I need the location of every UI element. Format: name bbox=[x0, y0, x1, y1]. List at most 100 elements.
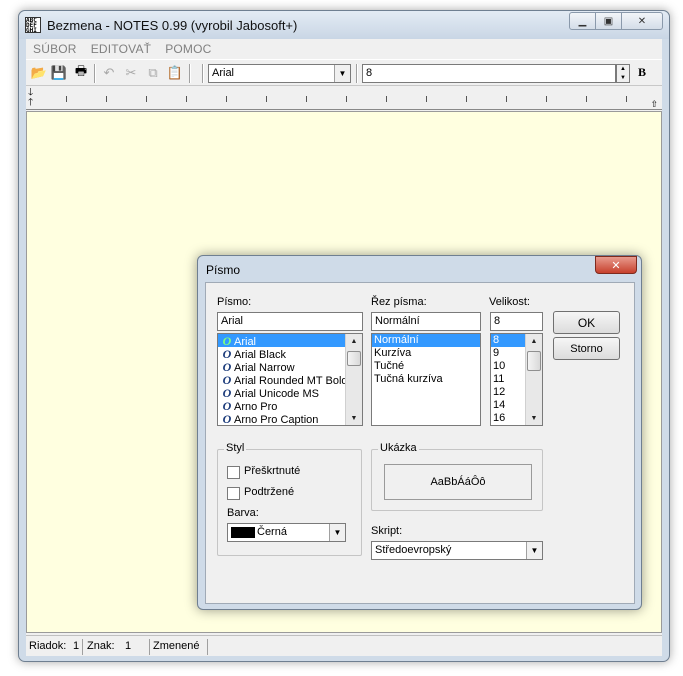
font-list-item[interactable]: O Arno Pro Caption bbox=[218, 412, 362, 425]
save-button[interactable]: 💾 bbox=[50, 64, 68, 82]
ruler-tick bbox=[426, 96, 427, 102]
scissors-icon: ✂ bbox=[125, 65, 137, 80]
scroll-down-icon[interactable]: ▼ bbox=[526, 411, 542, 425]
size-list-item[interactable]: 16 bbox=[491, 412, 525, 425]
font-name-value: Arial bbox=[212, 67, 235, 79]
color-value: Černá bbox=[257, 526, 287, 538]
cut-button[interactable]: ✂ bbox=[122, 64, 140, 82]
sample-title: Ukázka bbox=[378, 442, 419, 454]
font-list-items: O Arial O Arial Black O Arial Narrow O Arial Ro… bbox=[218, 334, 362, 425]
font-list[interactable]: O Arial O Arial Black O Arial Narrow O Arial Ro… bbox=[217, 333, 363, 426]
ruler-tick bbox=[266, 96, 267, 102]
right-indent-marker[interactable]: ⇧ bbox=[650, 99, 658, 110]
size-list-item[interactable]: 11 bbox=[491, 373, 525, 386]
menu-file[interactable]: SÚBOR bbox=[33, 42, 77, 56]
underline-checkbox[interactable] bbox=[227, 487, 240, 500]
size-list-item[interactable]: 12 bbox=[491, 386, 525, 399]
title-bar[interactable]: ABC DEF GHI Bezmena - NOTES 0.99 (vyrobil … bbox=[19, 11, 669, 39]
status-bar: Riadok: 1 Znak: 1 Zmenené bbox=[26, 635, 662, 656]
minimize-button[interactable]: ▁ bbox=[569, 12, 596, 30]
font-style-list[interactable]: Normální Kurzíva Tučné Tučná kurzíva bbox=[371, 333, 481, 426]
chevron-down-icon: ▼ bbox=[333, 528, 342, 537]
toolbar-separator bbox=[202, 64, 204, 83]
app-icon[interactable]: ABC DEF GHI bbox=[25, 17, 41, 33]
copy-button[interactable]: ⧉ bbox=[144, 64, 162, 82]
font-list-item[interactable]: O Arial bbox=[218, 334, 362, 348]
font-list-item[interactable]: O Arial Narrow bbox=[218, 360, 362, 374]
scroll-up-icon[interactable]: ▲ bbox=[346, 334, 362, 348]
sample-preview: AaBbÁáÔô bbox=[384, 464, 532, 500]
font-name-field[interactable]: Arial bbox=[217, 312, 363, 331]
dialog-close-button[interactable]: ✕ bbox=[595, 256, 637, 274]
font-size-value: 8 bbox=[366, 67, 373, 79]
scroll-up-icon[interactable]: ▲ bbox=[526, 334, 542, 348]
open-button[interactable]: 📂 bbox=[30, 64, 48, 82]
ruler: 🡓 🡑 ⇧ bbox=[26, 87, 662, 110]
color-combo[interactable]: Černá ▼ bbox=[227, 523, 346, 542]
font-list-item[interactable]: O Arial Black bbox=[218, 347, 362, 361]
ruler-tick bbox=[226, 96, 227, 102]
maximize-button[interactable]: ▣ bbox=[595, 12, 622, 30]
strikeout-label: Přeškrtnuté bbox=[244, 465, 301, 477]
paste-button[interactable]: 📋 bbox=[166, 64, 184, 82]
close-icon: ✕ bbox=[637, 15, 647, 27]
dropdown-button[interactable]: ▼ bbox=[526, 542, 542, 559]
script-combo[interactable]: Středoevropský ▼ bbox=[371, 541, 543, 560]
menu-help[interactable]: POMOC bbox=[165, 42, 211, 56]
ruler-tick bbox=[586, 96, 587, 102]
left-indent-marker[interactable]: 🡑 bbox=[28, 98, 33, 108]
font-list-item[interactable]: O Arial Unicode MS bbox=[218, 386, 362, 400]
menu-edit[interactable]: EDITOVAŤ bbox=[91, 42, 152, 56]
font-size-field[interactable]: 8 bbox=[490, 312, 543, 331]
scroll-down-icon[interactable]: ▼ bbox=[346, 411, 362, 425]
printer-icon: 🖶 bbox=[74, 63, 88, 78]
size-list-item[interactable]: 8 bbox=[491, 334, 525, 347]
sample-group: Ukázka AaBbÁáÔô bbox=[371, 442, 543, 511]
copy-icon: ⧉ bbox=[148, 65, 158, 80]
font-style-field[interactable]: Normální bbox=[371, 312, 481, 331]
style-list-item[interactable]: Kurzíva bbox=[372, 347, 480, 360]
clipboard-icon: 📋 bbox=[166, 65, 184, 80]
font-size-spinner[interactable]: ▲ ▼ bbox=[616, 64, 630, 83]
caption-buttons: ▁ ▣ ✕ bbox=[569, 12, 663, 30]
spin-down-icon[interactable]: ▼ bbox=[620, 75, 626, 81]
font-size-list[interactable]: 8 9 10 11 12 14 16 ▲ ▼ bbox=[490, 333, 543, 426]
size-list-items: 8 9 10 11 12 14 16 bbox=[491, 334, 525, 425]
spin-up-icon[interactable]: ▲ bbox=[620, 66, 626, 72]
size-list-item[interactable]: 14 bbox=[491, 399, 525, 412]
print-button[interactable]: 🖶 bbox=[72, 63, 90, 82]
ruler-tick bbox=[546, 96, 547, 102]
font-list-scrollbar[interactable]: ▲ ▼ bbox=[345, 334, 362, 425]
style-list-item[interactable]: Normální bbox=[372, 334, 480, 347]
ok-button[interactable]: OK bbox=[553, 311, 620, 334]
ruler-tick bbox=[466, 96, 467, 102]
font-name-combo[interactable]: Arial ▼ bbox=[208, 64, 351, 83]
close-button[interactable]: ✕ bbox=[621, 12, 663, 30]
restore-icon: ▣ bbox=[603, 15, 614, 27]
strikeout-checkbox[interactable] bbox=[227, 466, 240, 479]
script-label: Skript: bbox=[371, 525, 403, 537]
font-size-input[interactable]: 8 bbox=[362, 64, 616, 83]
bold-button[interactable]: B bbox=[638, 65, 646, 80]
undo-button[interactable]: ↶ bbox=[100, 64, 118, 82]
font-list-item[interactable]: O Arial Rounded MT Bold bbox=[218, 373, 362, 387]
toolbar-separator bbox=[94, 64, 96, 83]
style-list-item[interactable]: Tučné bbox=[372, 360, 480, 373]
dropdown-button[interactable]: ▼ bbox=[334, 65, 350, 82]
dropdown-button[interactable]: ▼ bbox=[329, 524, 345, 541]
scroll-thumb[interactable] bbox=[527, 351, 541, 371]
cancel-button[interactable]: Storno bbox=[553, 337, 620, 360]
ruler-tick bbox=[626, 96, 627, 102]
close-icon: ✕ bbox=[611, 258, 621, 272]
size-list-item[interactable]: 9 bbox=[491, 347, 525, 360]
style-label: Řez písma: bbox=[371, 296, 427, 308]
size-list-item[interactable]: 10 bbox=[491, 360, 525, 373]
font-list-item[interactable]: O Arno Pro bbox=[218, 399, 362, 413]
toolbar: 📂 💾 🖶 ↶ ✂ ⧉ 📋 Arial ▼ 8 ▲ ▼ B bbox=[26, 59, 662, 86]
col-value: 1 bbox=[122, 639, 150, 655]
scroll-thumb[interactable] bbox=[347, 351, 361, 366]
style-list-item[interactable]: Tučná kurzíva bbox=[372, 373, 480, 386]
size-list-scrollbar[interactable]: ▲ ▼ bbox=[525, 334, 542, 425]
color-label: Barva: bbox=[227, 507, 259, 519]
minimize-icon: ▁ bbox=[578, 15, 587, 27]
